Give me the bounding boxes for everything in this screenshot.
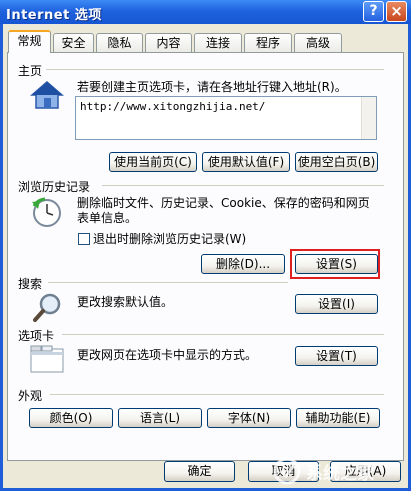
accessibility-button[interactable]: 辅助功能(E)	[296, 408, 380, 428]
watermark-text: 系统之家	[306, 464, 374, 484]
watermark-icon	[273, 457, 301, 485]
fonts-button[interactable]: 字体(N)	[207, 408, 291, 428]
search-description: 更改搜索默认值。	[77, 295, 174, 309]
search-group-label: 搜索	[18, 277, 43, 291]
use-default-button[interactable]: 使用默认值(F)	[202, 152, 290, 172]
delete-on-exit-checkbox[interactable]	[78, 233, 90, 245]
url-scrollbar[interactable]	[361, 97, 376, 139]
home-description: 若要创建主页选项卡，请在各地址行键入地址(R)。	[77, 80, 347, 94]
tabs-settings-button[interactable]: 设置(T)	[295, 346, 378, 366]
history-description-line1: 删除临时文件、历史记录、Cookie、保存的密码和网页	[77, 196, 370, 210]
history-description-line2: 表单信息。	[77, 211, 138, 225]
search-magnifier-icon	[33, 293, 61, 322]
delete-on-exit-label[interactable]: 退出时删除浏览历史记录(W)	[93, 232, 246, 247]
tabs-separator	[62, 334, 384, 335]
internet-options-window: Internet 选项 ? × 常规 安全 隐私 内容 连接 程序 高级 主页 …	[0, 0, 411, 491]
history-separator	[102, 185, 384, 186]
home-separator	[46, 69, 384, 70]
home-url-input[interactable]: http://www.xitongzhijia.net/	[75, 96, 377, 140]
use-blank-button[interactable]: 使用空白页(B)	[295, 152, 378, 172]
languages-button[interactable]: 语言(L)	[118, 408, 202, 428]
tab-general[interactable]: 常规	[8, 30, 51, 53]
search-settings-button[interactable]: 设置(I)	[295, 294, 378, 314]
tab-security[interactable]: 安全	[53, 33, 94, 52]
colors-button[interactable]: 颜色(O)	[29, 408, 113, 428]
delete-history-button[interactable]: 删除(D)...	[201, 254, 285, 274]
tab-content[interactable]: 内容	[145, 33, 192, 52]
close-button[interactable]: ×	[386, 1, 407, 22]
window-title: Internet 选项	[6, 8, 102, 23]
appearance-group-label: 外观	[18, 389, 43, 403]
tab-advanced[interactable]: 高级	[294, 33, 342, 52]
tabs-group-label: 选项卡	[18, 329, 55, 343]
search-separator	[48, 282, 288, 283]
title-bar[interactable]: Internet 选项 ? ×	[0, 0, 411, 24]
tabbed-window-icon	[30, 345, 64, 373]
tab-privacy[interactable]: 隐私	[96, 33, 143, 52]
highlight-box	[290, 249, 380, 279]
tabs-description: 更改网页在选项卡中显示的方式。	[77, 348, 258, 362]
ok-button[interactable]: 确定	[164, 461, 235, 482]
home-house-icon	[30, 81, 64, 109]
help-button[interactable]: ?	[363, 1, 384, 22]
history-clock-icon	[32, 197, 61, 227]
home-group-label: 主页	[18, 64, 43, 78]
tab-programs[interactable]: 程序	[244, 33, 292, 52]
tab-connections[interactable]: 连接	[194, 33, 242, 52]
watermark-logo: 系统之家	[270, 453, 408, 489]
history-group-label: 浏览历史记录	[18, 180, 91, 194]
use-current-button[interactable]: 使用当前页(C)	[109, 152, 197, 172]
appearance-separator	[50, 394, 384, 395]
home-url-value: http://www.xitongzhijia.net/	[80, 100, 266, 113]
